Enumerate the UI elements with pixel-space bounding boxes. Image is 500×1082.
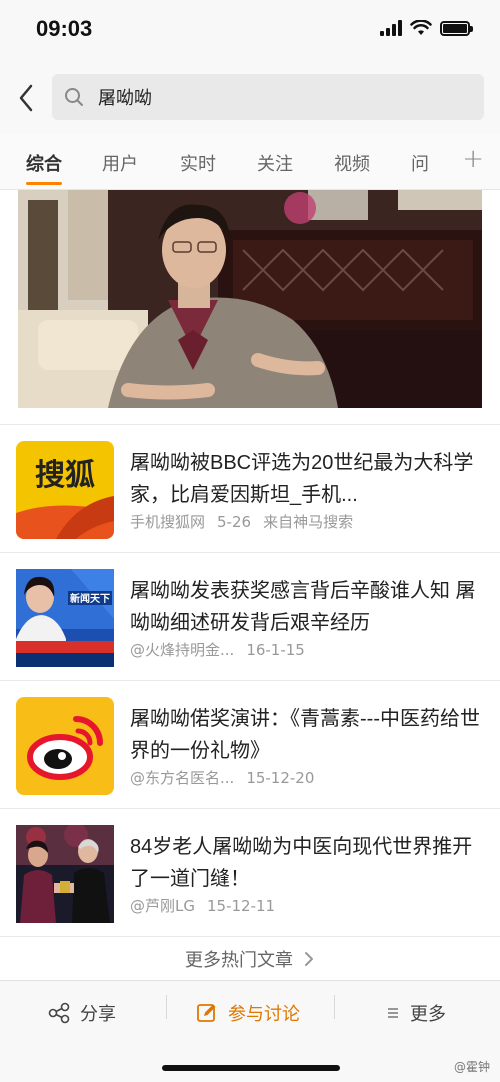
- chevron-right-icon: [305, 951, 313, 966]
- home-indicator: [162, 1065, 340, 1071]
- chevron-left-icon: [19, 84, 33, 112]
- article-source: 手机搜狐网: [130, 513, 206, 531]
- active-tab-indicator: [26, 182, 62, 185]
- discuss-label: 参与讨论: [228, 1004, 300, 1025]
- svg-text:新闻天下: 新闻天下: [70, 592, 110, 605]
- more-button[interactable]: 更多: [386, 995, 446, 1031]
- article-date: 15-12-20: [246, 769, 315, 787]
- tab-comprehensive[interactable]: 综合: [26, 150, 62, 176]
- hero-image[interactable]: [18, 190, 482, 408]
- watermark: @霍钟: [453, 1060, 490, 1074]
- article-source: @东方名医名...: [130, 769, 235, 787]
- divider: [334, 995, 335, 1019]
- status-time: 09:03: [36, 16, 93, 41]
- search-icon: [64, 86, 86, 108]
- article-title: 屠呦呦偌奖演讲：《青蒿素---中医药给世界的一份礼物》: [130, 708, 480, 762]
- add-tab-button[interactable]: +: [462, 144, 484, 174]
- battery-icon: [440, 20, 473, 36]
- article-source: @芦刚LG: [130, 897, 195, 915]
- article-source: @火烽持明金...: [130, 641, 235, 659]
- news-anchor-thumbnail: 新闻天下: [16, 569, 114, 667]
- article-date: 15-12-11: [206, 897, 276, 915]
- weibo-logo-icon: [16, 697, 114, 795]
- article-via: 来自神马搜索: [263, 513, 354, 531]
- status-icons: [380, 20, 473, 36]
- tab-users[interactable]: 用户: [102, 150, 138, 176]
- cellular-signal-icon: [380, 20, 402, 36]
- tab-realtime[interactable]: 实时: [180, 150, 216, 176]
- search-header: 屠呦呦: [0, 62, 500, 134]
- article-date: 5-26: [217, 513, 252, 531]
- status-bar: 09:03: [0, 0, 500, 62]
- search-query: 屠呦呦: [98, 88, 152, 109]
- sohu-logo-icon: 搜狐: [16, 441, 114, 539]
- more-label: 更多: [410, 1004, 446, 1025]
- tab-following[interactable]: 关注: [257, 150, 293, 176]
- edit-icon: [196, 1002, 218, 1024]
- more-articles-label: 更多热门文章: [185, 949, 293, 971]
- article-item[interactable]: 84岁老人屠呦呦为中医向现代世界推开了一道门缝！ @芦刚LG 15-12-11: [0, 808, 500, 936]
- menu-icon: [386, 1006, 400, 1020]
- bottom-action-bar: 分享 参与讨论 更多: [0, 980, 500, 1082]
- article-date: 16-1-15: [246, 641, 305, 659]
- article-title: 屠呦呦被BBC评选为20世纪最为大科学家，比肩爱因斯坦_手机...: [130, 452, 474, 506]
- search-input[interactable]: 屠呦呦: [52, 74, 484, 120]
- tab-video[interactable]: 视频: [334, 150, 370, 176]
- tab-qa[interactable]: 问: [411, 150, 429, 176]
- article-item[interactable]: 屠呦呦偌奖演讲：《青蒿素---中医药给世界的一份礼物》 @东方名医名... 15-…: [0, 680, 500, 808]
- article-meta: @芦刚LG 15-12-11: [130, 895, 287, 916]
- wifi-icon: [410, 20, 432, 35]
- article-meta: 手机搜狐网 5-26 来自神马搜索: [130, 511, 365, 532]
- tab-bar: 综合 用户 实时 关注 视频 问 +: [0, 134, 500, 190]
- share-icon: [48, 1002, 70, 1024]
- article-title: 屠呦呦发表获奖感言背后辛酸谁人知 屠呦呦细述研发背后艰辛经历: [130, 580, 476, 634]
- discuss-button[interactable]: 参与讨论: [196, 995, 300, 1031]
- share-button[interactable]: 分享: [48, 995, 116, 1031]
- article-meta: @东方名医名... 15-12-20: [130, 767, 326, 788]
- more-articles-link[interactable]: 更多热门文章: [0, 936, 500, 980]
- back-button[interactable]: [12, 80, 40, 116]
- share-label: 分享: [80, 1004, 116, 1025]
- article-meta: @火烽持明金... 16-1-15: [130, 639, 317, 660]
- award-ceremony-thumbnail: [16, 825, 114, 923]
- article-title: 84岁老人屠呦呦为中医向现代世界推开了一道门缝！: [130, 836, 473, 890]
- svg-text:搜狐: 搜狐: [35, 458, 95, 493]
- article-item[interactable]: 搜狐 屠呦呦被BBC评选为20世纪最为大科学家，比肩爱因斯坦_手机... 手机搜…: [0, 424, 500, 552]
- article-item[interactable]: 新闻天下 屠呦呦发表获奖感言背后辛酸谁人知 屠呦呦细述研发背后艰辛经历 @火烽持…: [0, 552, 500, 680]
- divider: [166, 995, 167, 1019]
